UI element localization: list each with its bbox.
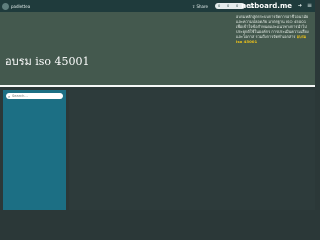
page-title: อบรม iso 45001 — [5, 55, 90, 68]
top-bar: padlettea ⇧ Share 0 0 0 🔔︎ netboard.me ➜… — [0, 0, 315, 12]
counter-likes: 0 — [227, 4, 230, 8]
search-icon: ⌕ — [8, 93, 11, 99]
header-divider — [0, 85, 315, 87]
board-header: อบรม iso 45001 อบรมหลักสูตรระบบการจัดการ… — [0, 12, 315, 86]
sidebar — [3, 90, 66, 210]
search-box[interactable]: ⌕ — [6, 93, 63, 99]
avatar[interactable] — [2, 2, 9, 10]
share-button[interactable]: ⇧ Share — [192, 4, 208, 9]
counter-views: 0 — [218, 4, 221, 8]
brand-logo[interactable]: netboard.me — [241, 2, 292, 10]
share-label: Share — [196, 3, 208, 9]
counter-comments: 0 — [236, 4, 239, 8]
login-icon[interactable]: ➜ — [298, 3, 302, 9]
menu-icon[interactable]: ≡ — [307, 2, 312, 9]
username[interactable]: padlettea — [11, 4, 30, 9]
share-icon: ⇧ — [191, 3, 196, 9]
board-canvas[interactable] — [69, 90, 315, 210]
board-description: อบรมหลักสูตรระบบการจัดการอาชีวอนามัยและค… — [236, 14, 310, 45]
search-input[interactable] — [12, 93, 60, 99]
